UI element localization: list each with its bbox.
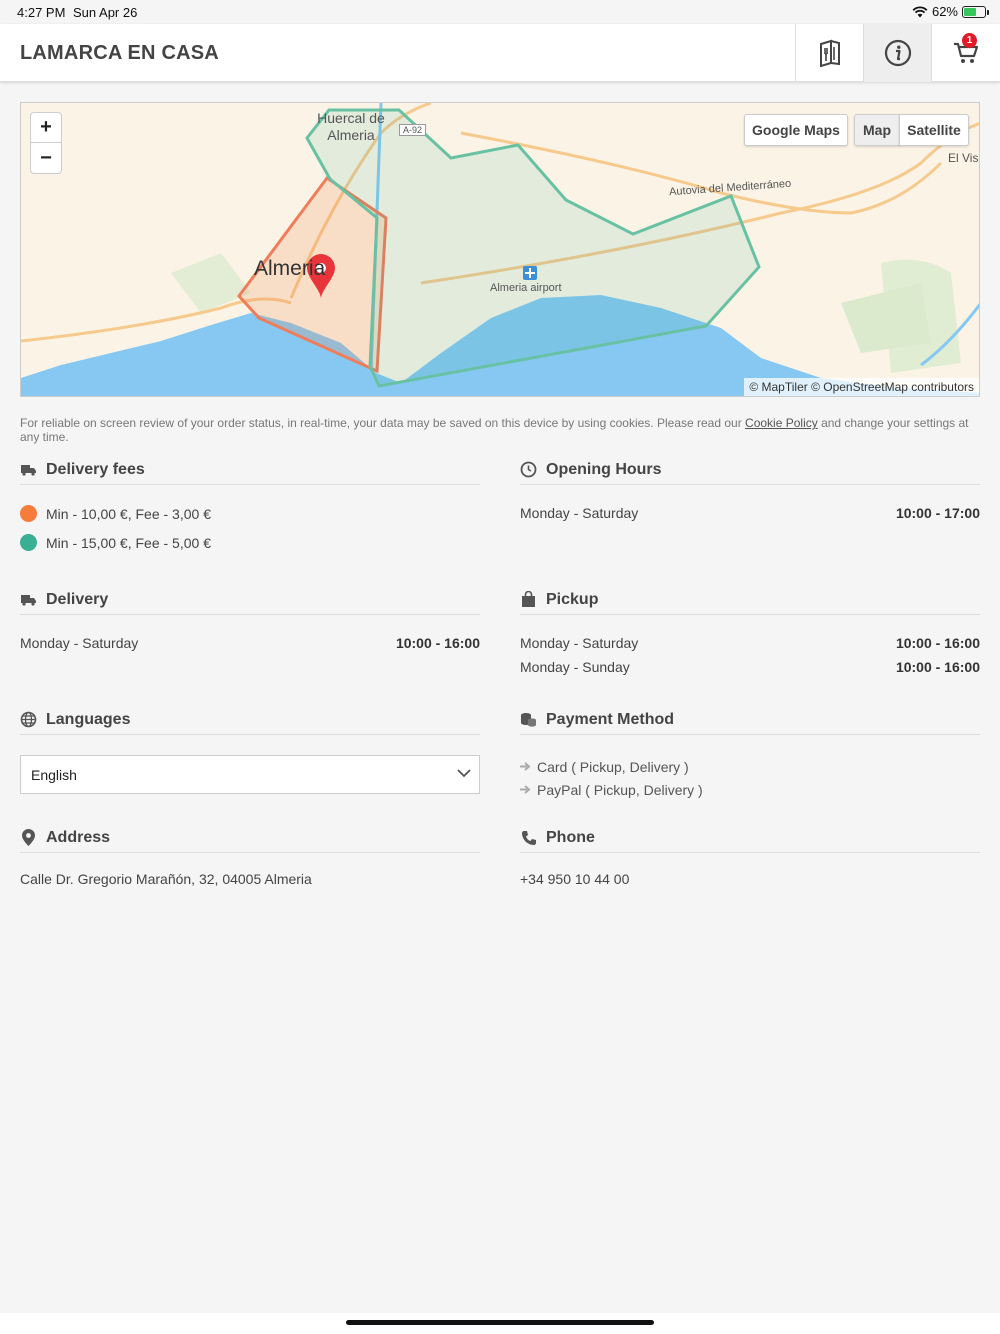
status-indicators: 62% xyxy=(912,4,989,19)
payment-method-item: Card ( Pickup, Delivery ) xyxy=(520,755,980,778)
map-label-a92: A-92 xyxy=(399,124,427,136)
hours-days: Monday - Saturday xyxy=(520,635,639,651)
fee-zone-label: Min - 15,00 €, Fee - 5,00 € xyxy=(46,534,211,551)
hours-time: 10:00 - 16:00 xyxy=(895,659,980,675)
hours-time: 10:00 - 17:00 xyxy=(895,505,980,521)
pickup-section: Pickup Monday - Saturday 10:00 - 16:00 M… xyxy=(520,585,980,679)
clock-icon xyxy=(520,461,537,478)
hours-row: Monday - Saturday 10:00 - 17:00 xyxy=(520,501,980,525)
cart-count-badge: 1 xyxy=(962,33,977,48)
info-button[interactable] xyxy=(863,24,931,82)
delivery-map[interactable]: Almeria Huercal de Almeria A-92 El Viso … xyxy=(20,102,980,397)
phone-icon xyxy=(520,829,537,846)
language-select[interactable]: English xyxy=(20,755,480,794)
map-label-huercal: Huercal de Almeria xyxy=(317,110,385,143)
chevron-down-icon xyxy=(457,769,471,778)
shopping-bag-icon xyxy=(520,591,537,608)
map-canvas xyxy=(21,103,979,396)
info-icon xyxy=(884,39,911,67)
cookie-policy-link[interactable]: Cookie Policy xyxy=(745,416,818,430)
language-select-value: English xyxy=(31,766,77,783)
cookie-notice: For reliable on screen review of your or… xyxy=(20,416,980,444)
fee-zone-color-dot xyxy=(20,534,37,551)
map-label-el-viso: El Viso xyxy=(948,151,979,165)
payment-method-section: Payment Method Card ( Pickup, Delivery )… xyxy=(520,705,980,801)
google-maps-button[interactable]: Google Maps xyxy=(744,114,848,146)
hours-days: Monday - Saturday xyxy=(20,635,139,651)
wifi-icon xyxy=(912,5,928,17)
zoom-controls: + − xyxy=(30,112,62,174)
menu-button[interactable] xyxy=(795,24,863,82)
truck-icon xyxy=(20,461,37,478)
pickup-title: Pickup xyxy=(546,590,599,608)
battery-percent: 62% xyxy=(931,4,958,19)
map-label-airport: Almeria airport xyxy=(490,282,562,294)
zoom-out-button[interactable]: − xyxy=(31,143,61,173)
cookie-text-before: For reliable on screen review of your or… xyxy=(20,416,746,430)
payment-method-label: Card ( Pickup, Delivery ) xyxy=(537,758,689,775)
fee-zone-color-dot xyxy=(20,505,37,522)
delivery-title: Delivery xyxy=(46,590,109,608)
payment-method-label: PayPal ( Pickup, Delivery ) xyxy=(537,781,703,798)
map-type-button[interactable]: Map xyxy=(854,114,900,146)
battery-icon xyxy=(962,5,989,18)
hours-time: 10:00 - 16:00 xyxy=(895,635,980,651)
hours-time: 10:00 - 16:00 xyxy=(395,635,480,651)
hours-days: Monday - Saturday xyxy=(520,505,639,521)
map-label-city: Almeria xyxy=(254,257,326,280)
phone-section: Phone +34 950 10 44 00 xyxy=(520,823,980,887)
fee-zone-label: Min - 10,00 €, Fee - 3,00 € xyxy=(46,505,211,522)
languages-section: Languages English xyxy=(20,705,480,794)
app-header: LAMARCA EN CASA 1 xyxy=(0,24,1000,82)
arrow-right-icon xyxy=(520,762,531,771)
phone-title: Phone xyxy=(546,828,595,846)
cart-button[interactable]: 1 xyxy=(931,24,1000,82)
hours-row: Monday - Saturday 10:00 - 16:00 xyxy=(20,631,480,655)
status-time: 4:27 PM xyxy=(17,5,66,20)
zoom-in-button[interactable]: + xyxy=(31,113,61,143)
delivery-fees-title: Delivery fees xyxy=(46,460,145,478)
status-bar: 4:27 PM Sun Apr 26 62% xyxy=(0,0,1000,24)
phone-value[interactable]: +34 950 10 44 00 xyxy=(520,871,980,887)
arrow-right-icon xyxy=(520,785,531,794)
payment-method-item: PayPal ( Pickup, Delivery ) xyxy=(520,778,980,801)
coins-icon xyxy=(520,711,537,728)
brand-title: LAMARCA EN CASA xyxy=(20,42,219,64)
menu-book-icon xyxy=(819,39,840,67)
globe-icon xyxy=(20,711,37,728)
payment-method-title: Payment Method xyxy=(546,710,675,728)
truck-icon xyxy=(20,591,37,608)
location-pin-icon xyxy=(20,829,37,846)
hours-row: Monday - Saturday 10:00 - 16:00 xyxy=(520,631,980,655)
hours-row: Monday - Sunday 10:00 - 16:00 xyxy=(520,655,980,679)
map-attribution: © MapTiler © OpenStreetMap contributors xyxy=(744,378,979,396)
delivery-section: Delivery Monday - Saturday 10:00 - 16:00 xyxy=(20,585,480,655)
opening-hours-section: Opening Hours Monday - Saturday 10:00 - … xyxy=(520,455,980,525)
address-title: Address xyxy=(46,828,111,846)
home-indicator[interactable] xyxy=(346,1320,654,1325)
languages-title: Languages xyxy=(46,710,131,728)
fee-zone-row: Min - 15,00 €, Fee - 5,00 € xyxy=(20,528,480,557)
address-value: Calle Dr. Gregorio Marañón, 32, 04005 Al… xyxy=(20,871,312,887)
status-date: Sun Apr 26 xyxy=(73,5,138,20)
address-section: Address Calle Dr. Gregorio Marañón, 32, … xyxy=(20,823,480,887)
fee-zone-row: Min - 10,00 €, Fee - 3,00 € xyxy=(20,499,480,528)
opening-hours-title: Opening Hours xyxy=(546,460,662,478)
satellite-type-button[interactable]: Satellite xyxy=(899,114,969,146)
hours-days: Monday - Sunday xyxy=(520,659,630,675)
delivery-fees-section: Delivery fees Min - 10,00 €, Fee - 3,00 … xyxy=(20,455,480,557)
